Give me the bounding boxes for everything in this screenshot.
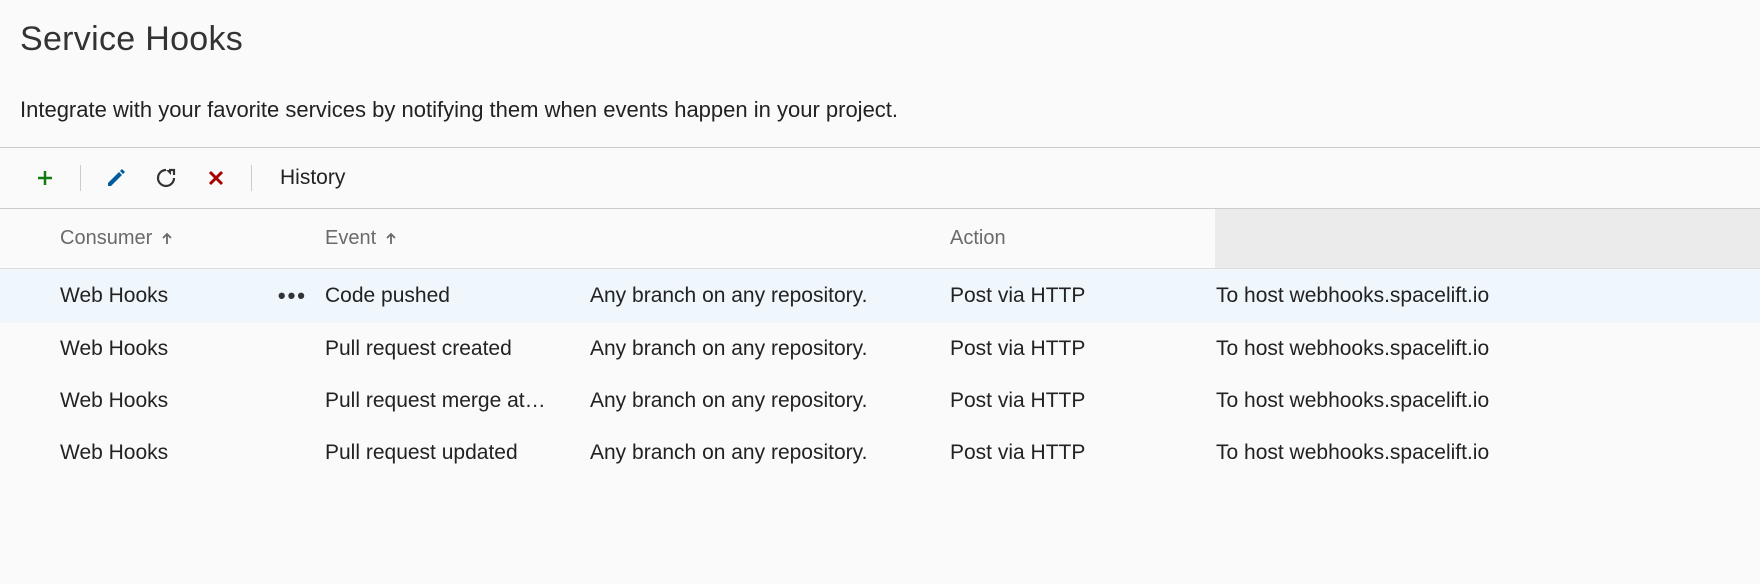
column-header-action[interactable]: Action	[950, 227, 1216, 250]
action-cell: Post via HTTP	[950, 337, 1216, 361]
filter-cell: Any branch on any repository.	[590, 284, 950, 308]
header-label: Action	[950, 227, 1006, 250]
action-cell: Post via HTTP	[950, 441, 1216, 465]
plus-icon	[36, 169, 54, 187]
column-header-event[interactable]: Event	[325, 227, 590, 250]
event-cell: Pull request updated	[325, 441, 590, 465]
table-row[interactable]: Web Hooks Pull request createdAny branch …	[0, 323, 1760, 375]
table-row[interactable]: Web Hooks Pull request updatedAny branch …	[0, 427, 1760, 479]
history-button[interactable]: History	[262, 166, 363, 190]
url-cell: To host webhooks.spacelift.io	[1216, 284, 1760, 308]
edit-button[interactable]	[91, 158, 141, 198]
action-cell: Post via HTTP	[950, 389, 1216, 413]
event-cell: Code pushed	[325, 284, 590, 308]
filter-cell: Any branch on any repository.	[590, 337, 950, 361]
filter-cell: Any branch on any repository.	[590, 441, 950, 465]
column-header-consumer[interactable]: Consumer	[60, 227, 325, 250]
page-title: Service Hooks	[0, 0, 1760, 69]
url-cell: To host webhooks.spacelift.io	[1216, 337, 1760, 361]
sort-ascending-icon	[160, 232, 174, 246]
consumer-label: Web Hooks	[60, 337, 168, 361]
add-button[interactable]	[20, 158, 70, 198]
consumer-cell: Web Hooks	[60, 441, 325, 465]
pencil-icon	[105, 167, 127, 189]
toolbar-divider	[251, 165, 252, 191]
header-label: Event	[325, 227, 376, 250]
consumer-cell: Web Hooks	[60, 337, 325, 361]
refresh-button[interactable]	[141, 158, 191, 198]
header-label: Consumer	[60, 227, 152, 250]
delete-button[interactable]	[191, 158, 241, 198]
event-cell: Pull request created	[325, 337, 590, 361]
url-cell: To host webhooks.spacelift.io	[1216, 441, 1760, 465]
event-cell: Pull request merge at…	[325, 389, 590, 413]
toolbar-divider	[80, 165, 81, 191]
table-row[interactable]: Web Hooks Pull request merge at…Any branc…	[0, 375, 1760, 427]
consumer-label: Web Hooks	[60, 284, 168, 308]
consumer-cell: Web Hooks	[60, 389, 325, 413]
filter-cell: Any branch on any repository.	[590, 389, 950, 413]
table-header-row: Consumer Event Action	[0, 209, 1760, 269]
table-row[interactable]: Web Hooks ••• Code pushedAny branch on any…	[0, 269, 1760, 323]
url-cell: To host webhooks.spacelift.io	[1216, 389, 1760, 413]
consumer-cell: Web Hooks •••	[60, 283, 325, 309]
subscriptions-table: Consumer Event Action Web Hooks ••• Code p…	[0, 209, 1760, 479]
delete-icon	[206, 168, 226, 188]
page-description: Integrate with your favorite services by…	[0, 69, 1760, 147]
consumer-label: Web Hooks	[60, 389, 168, 413]
consumer-label: Web Hooks	[60, 441, 168, 465]
toolbar: History	[0, 147, 1760, 209]
sort-ascending-icon	[384, 232, 398, 246]
more-actions-icon[interactable]: •••	[278, 283, 307, 309]
refresh-icon	[155, 167, 177, 189]
action-cell: Post via HTTP	[950, 284, 1216, 308]
